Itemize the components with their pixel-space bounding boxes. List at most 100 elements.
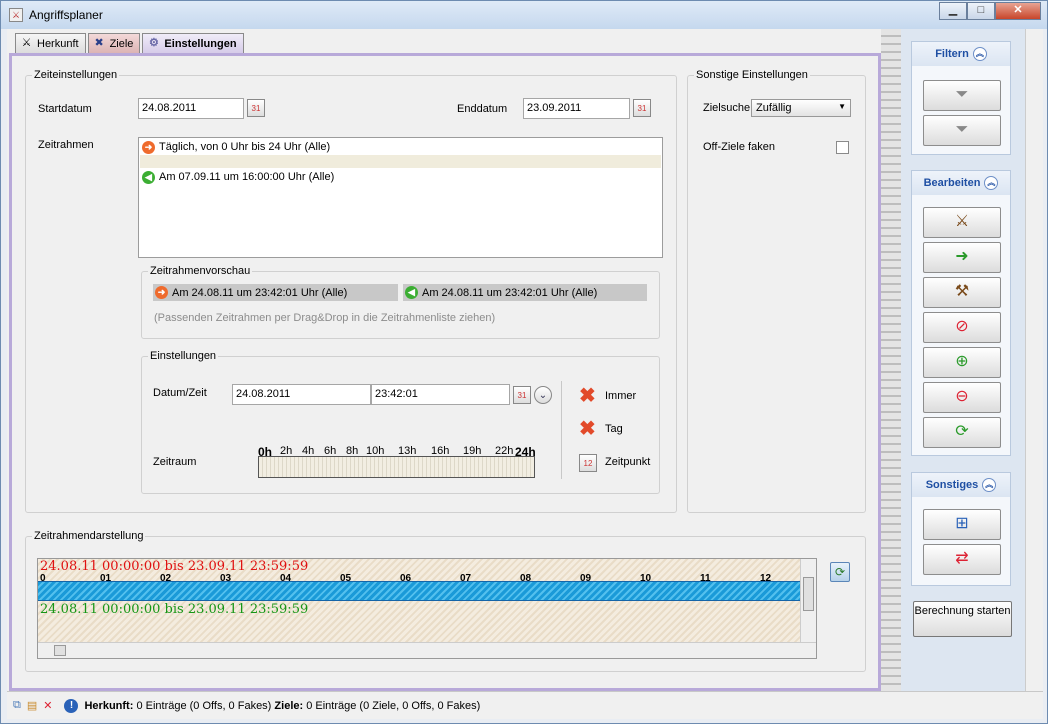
filtern-title: Filtern [935, 48, 969, 60]
list-item[interactable]: ➜ Täglich, von 0 Uhr bis 24 Uhr (Alle) [140, 139, 661, 155]
tag-button[interactable]: Tag [605, 423, 623, 435]
filter-button[interactable]: ⏷ [923, 115, 1001, 146]
calendar-icon[interactable]: 31 [633, 99, 651, 117]
structure-button[interactable]: ⊞ [923, 509, 1001, 540]
collapse-icon[interactable]: ︽ [982, 478, 997, 492]
side-panel: Filtern ︽ ⏷ ⏷ Bearbeiten ︽ ⚔ ➜ ⚒ ⊘ ⊕ ⊖ ⟳ S… [901, 29, 1025, 691]
tab-herkunft[interactable]: ⚔ Herkunft [15, 33, 86, 53]
vertical-scrollbar[interactable] [800, 559, 816, 643]
ziele-status-label: Ziele: [274, 699, 304, 712]
filter-remove-button[interactable]: ⏷ [923, 80, 1001, 111]
status-bar: ⧉ ▤ ✕ ! Herkunft: 0 Einträge (0 Offs, 0 … [7, 691, 1043, 719]
filtern-group: Filtern ︽ ⏷ ⏷ [911, 41, 1011, 155]
zielsuche-select[interactable]: Zufällig ▼ [751, 99, 851, 117]
copy-icon[interactable]: ⧉ [13, 699, 21, 712]
paste-icon[interactable]: ▤ [27, 699, 37, 712]
timeline-bar[interactable] [38, 581, 800, 601]
tab-ziele[interactable]: ✖ Ziele [87, 33, 141, 53]
village-move-button[interactable]: ➜ [923, 242, 1001, 273]
zeitrahmen-list[interactable]: ➜ Täglich, von 0 Uhr bis 24 Uhr (Alle) ◀ A… [138, 137, 663, 258]
attack-button[interactable]: ⚒ [923, 277, 1001, 308]
group-label: Zeiteinstellungen [32, 69, 120, 81]
close-button[interactable]: ✕ [995, 2, 1041, 20]
timeline-view[interactable]: 24.08.11 00:00:00 bis 23.09.11 23:59:59 … [37, 558, 817, 659]
zeitraum-label: Zeitraum [153, 456, 197, 468]
enddatum-field[interactable]: 23.09.2011 [523, 98, 630, 119]
group-label: Zeitrahmenvorschau [148, 265, 253, 277]
chevron-down-icon[interactable]: ⌄ [534, 386, 552, 404]
list-item-label: Am 07.09.11 um 16:00:00 Uhr (Alle) [159, 171, 335, 183]
vorschau-hint: (Passenden Zeitrahmen per Drag&Drop in d… [154, 312, 496, 324]
swap-button[interactable]: ⇄ [923, 544, 1001, 575]
preview-item[interactable]: ◀ Am 24.08.11 um 23:42:01 Uhr (Alle) [403, 284, 647, 301]
close-icon[interactable]: ✖ [579, 419, 596, 439]
title-bar: ⚔ Angriffsplaner ▁ □ ✕ [1, 1, 1047, 29]
startdatum-field[interactable]: 24.08.2011 [138, 98, 244, 119]
tab-label: Einstellungen [164, 37, 237, 50]
zielsuche-label: Zielsuche [703, 102, 751, 114]
calendar-time-icon[interactable]: 12 [579, 454, 597, 472]
startdatum-label: Startdatum [38, 103, 92, 115]
sonstiges-title: Sonstiges [925, 479, 979, 491]
add-unit-button[interactable]: ⊕ [923, 347, 1001, 378]
bearbeiten-group: Bearbeiten ︽ ⚔ ➜ ⚒ ⊘ ⊕ ⊖ ⟳ [911, 170, 1011, 456]
add-unit-icon: ⊕ [955, 353, 969, 370]
close-icon[interactable]: ✖ [579, 386, 596, 406]
no-attack-icon: ⊘ [955, 318, 969, 335]
attack-all-icon: ⚔ [954, 213, 970, 230]
remove-unit-button[interactable]: ⊖ [923, 382, 1001, 413]
zeitraum-slider[interactable] [258, 456, 535, 478]
delete-icon[interactable]: ✕ [43, 699, 52, 712]
scroll-thumb[interactable] [54, 645, 66, 656]
no-attack-button[interactable]: ⊘ [923, 312, 1001, 343]
filter-remove-icon: ⏷ [955, 86, 969, 103]
arrow-left-icon: ◀ [142, 170, 155, 184]
gear-icon: ⚙ [148, 37, 159, 49]
list-separator [140, 155, 661, 168]
minimize-button[interactable]: ▁ [939, 2, 967, 20]
datumzeit-label: Datum/Zeit [153, 387, 207, 399]
tab-bar: ⚔ Herkunft ✖ Ziele ⚙ Einstellungen [15, 33, 246, 53]
collapse-icon[interactable]: ︽ [984, 176, 999, 190]
refresh-unit-button[interactable]: ⟳ [923, 417, 1001, 448]
attack-icon: ⚒ [954, 283, 970, 300]
remove-unit-icon: ⊖ [955, 388, 969, 405]
target-icon: ✖ [94, 37, 104, 49]
group-label: Einstellungen [148, 350, 219, 362]
immer-button[interactable]: Immer [605, 390, 636, 402]
arrow-right-icon: ➜ [155, 286, 168, 299]
collapse-icon[interactable]: ︽ [972, 47, 987, 61]
side-scrollbar[interactable] [1025, 29, 1043, 691]
sonstiges-group: Sonstiges ︽ ⊞ ⇄ [911, 472, 1011, 586]
tab-einstellungen[interactable]: ⚙ Einstellungen [142, 33, 244, 53]
structure-icon: ⊞ [955, 515, 969, 532]
list-item-label: Täglich, von 0 Uhr bis 24 Uhr (Alle) [159, 141, 331, 153]
ziele-status: 0 Einträge (0 Ziele, 0 Offs, 0 Fakes) [306, 699, 481, 712]
filter-icon: ⏷ [955, 121, 969, 138]
splitter[interactable] [881, 29, 901, 691]
refresh-icon[interactable]: ⟳ [830, 562, 850, 582]
berechnung-starten-button[interactable]: Berechnung starten [913, 601, 1012, 637]
arrow-left-icon: ◀ [405, 286, 418, 299]
preview-item[interactable]: ➜ Am 24.08.11 um 23:42:01 Uhr (Alle) [153, 284, 398, 301]
timeline-range-green: 24.08.11 00:00:00 bis 23.09.11 23:59:59 [40, 602, 309, 617]
offziele-checkbox[interactable] [836, 141, 849, 154]
zeit-field[interactable]: 23:42:01 [371, 384, 510, 405]
calendar-icon[interactable]: 31 [513, 386, 531, 404]
horizontal-scrollbar[interactable] [38, 642, 816, 658]
tab-label: Ziele [109, 37, 134, 50]
maximize-button[interactable]: □ [967, 2, 995, 20]
enddatum-label: Enddatum [457, 103, 508, 115]
calendar-icon[interactable]: 31 [247, 99, 265, 117]
refresh-unit-icon: ⟳ [955, 423, 969, 440]
scroll-thumb[interactable] [803, 577, 814, 611]
group-label: Zeitrahmendarstellung [32, 530, 146, 542]
list-item[interactable]: ◀ Am 07.09.11 um 16:00:00 Uhr (Alle) [140, 169, 661, 185]
chevron-down-icon: ▼ [838, 102, 846, 111]
divider [561, 381, 562, 479]
group-label: Sonstige Einstellungen [694, 69, 810, 81]
select-value: Zufällig [756, 102, 792, 114]
datum-field[interactable]: 24.08.2011 [232, 384, 371, 405]
zeitpunkt-button[interactable]: Zeitpunkt [605, 456, 650, 468]
attack-all-button[interactable]: ⚔ [923, 207, 1001, 238]
